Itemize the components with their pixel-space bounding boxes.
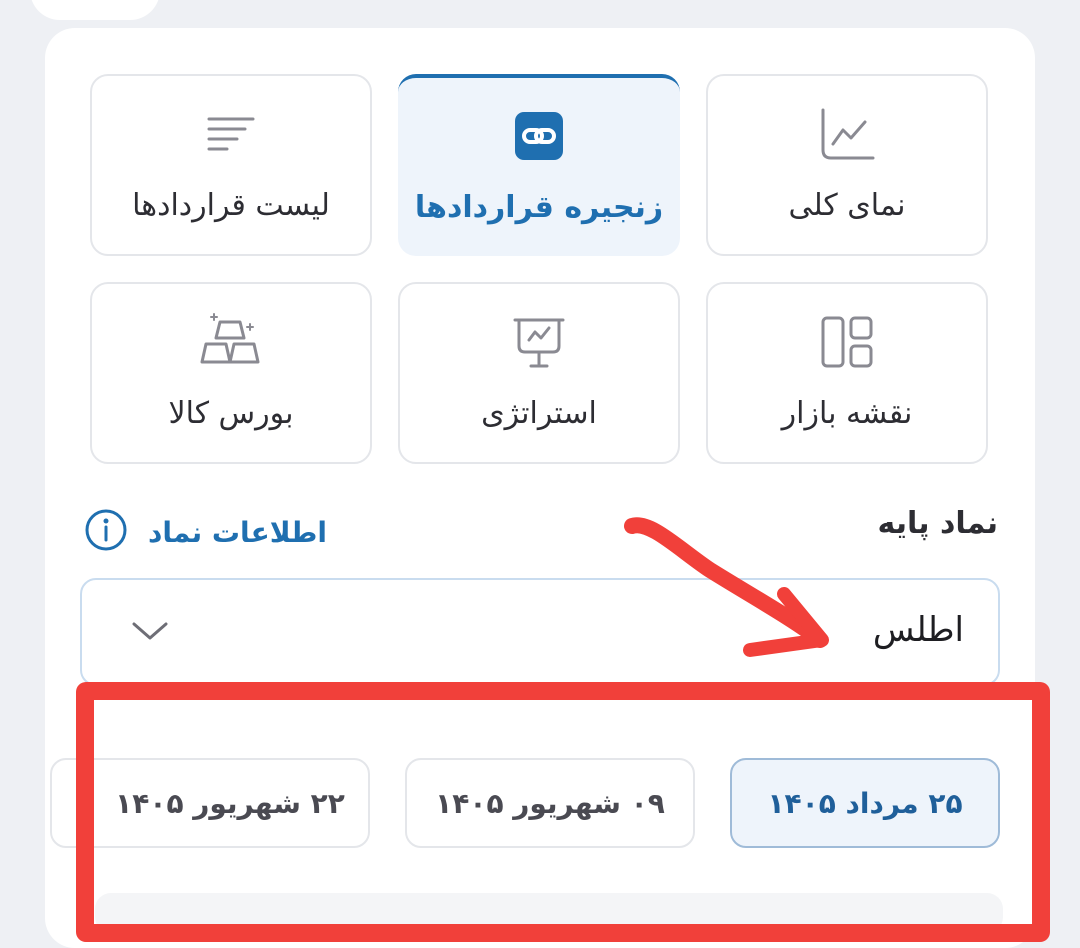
tile-commodity-exchange[interactable]: بورس کالا (90, 282, 372, 464)
tile-label: بورس کالا (168, 396, 294, 431)
tile-label: لیست قراردادها (132, 188, 330, 223)
symbol-info-link[interactable]: اطلاعات نماد (84, 508, 327, 556)
sort-lines-icon (92, 102, 370, 166)
selected-symbol: اطلس (872, 610, 964, 650)
tile-label: استراتژی (481, 396, 597, 431)
base-symbol-select[interactable]: اطلس (80, 578, 1000, 686)
tile-label: نمای کلی (788, 188, 906, 223)
tile-label: نقشه بازار (781, 396, 913, 431)
info-icon (84, 508, 128, 556)
line-chart-icon (708, 102, 986, 166)
content-card-partial (95, 893, 1003, 933)
gold-bars-icon (92, 310, 370, 374)
base-symbol-label: نماد پایه (877, 506, 998, 541)
symbol-info-text: اطلاعات نماد (148, 515, 327, 549)
annotation-arrow-icon (624, 517, 829, 657)
date-button[interactable]: ۲۲ شهریور ۱۴۰۵ (50, 758, 370, 848)
date-button-active[interactable]: ۲۵ مرداد ۱۴۰۵ (730, 758, 1000, 848)
tile-label: زنجیره قراردادها (414, 190, 664, 225)
link-chain-icon (398, 104, 680, 168)
date-button[interactable]: ۰۹ شهریور ۱۴۰۵ (405, 758, 695, 848)
top-pill (30, 0, 160, 20)
grid-layout-icon (708, 310, 986, 374)
tile-contracts-chain[interactable]: زنجیره قراردادها (398, 74, 680, 256)
tile-overview[interactable]: نمای کلی (706, 74, 988, 256)
tile-strategy[interactable]: استراتژی (398, 282, 680, 464)
presentation-board-icon (400, 310, 678, 374)
chevron-down-icon (130, 616, 170, 650)
tile-contracts-list[interactable]: لیست قراردادها (90, 74, 372, 256)
tile-market-map[interactable]: نقشه بازار (706, 282, 988, 464)
